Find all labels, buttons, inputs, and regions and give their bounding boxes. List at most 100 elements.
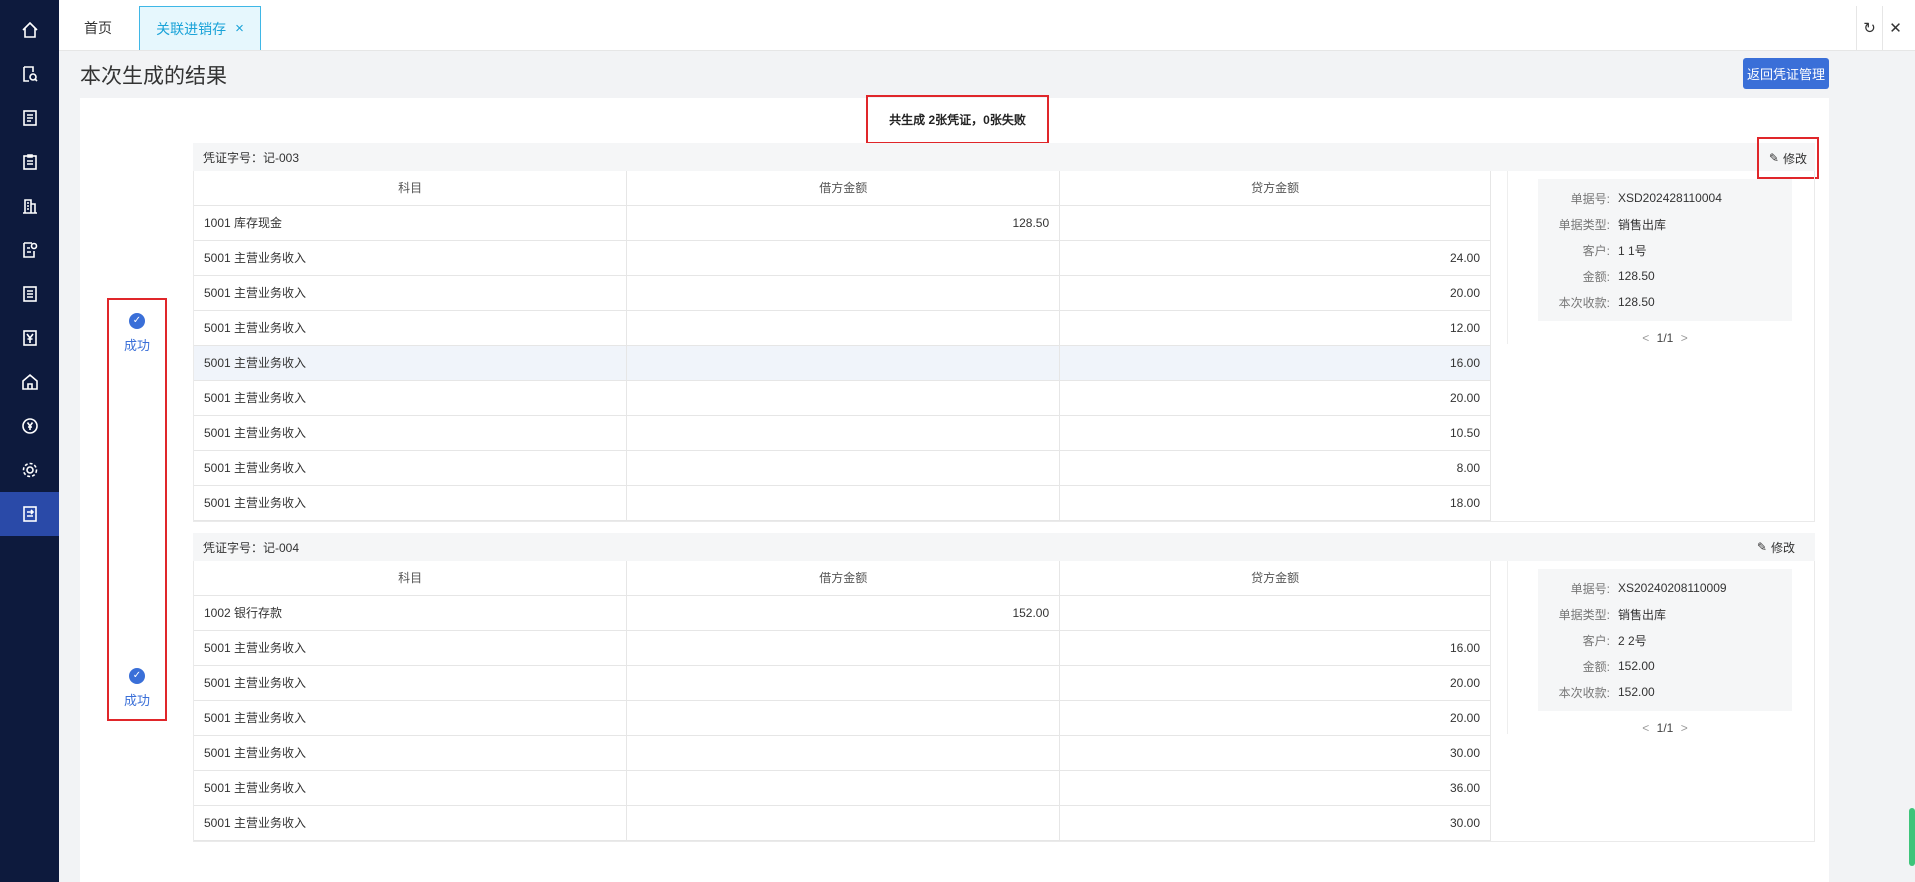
account-cell: 5001 主营业务收入 bbox=[194, 700, 628, 736]
table-row: 5001 主营业务收入 20.00 bbox=[194, 665, 1491, 701]
account-cell: 1002 银行存款 bbox=[194, 595, 628, 631]
status-label: 成功 bbox=[123, 338, 150, 353]
close-icon[interactable]: × bbox=[235, 20, 244, 37]
back-to-voucher-management-button[interactable]: 返回凭证管理 bbox=[1743, 58, 1829, 89]
account-cell: 5001 主营业务收入 bbox=[194, 345, 628, 381]
refresh-icon[interactable]: ↻ bbox=[1856, 6, 1882, 50]
account-cell: 5001 主营业务收入 bbox=[194, 380, 628, 416]
debit-cell: 128.50 bbox=[626, 205, 1061, 241]
doc-no-label: 单据号: bbox=[1570, 191, 1610, 206]
pagination: < 1/1 > bbox=[1538, 331, 1792, 345]
table-row: 5001 主营业务收入 18.00 bbox=[194, 485, 1491, 521]
debit-cell bbox=[626, 630, 1061, 666]
credit-cell: 18.00 bbox=[1059, 485, 1491, 521]
page-indicator: 1/1 bbox=[1656, 331, 1674, 345]
column-header-account: 科目 bbox=[194, 171, 628, 206]
debit-cell: 152.00 bbox=[626, 595, 1061, 631]
table-row: 5001 主营业务收入 36.00 bbox=[194, 770, 1491, 806]
warehouse-icon[interactable] bbox=[0, 360, 59, 404]
account-cell: 5001 主营业务收入 bbox=[194, 450, 628, 486]
tab-related-inventory[interactable]: 关联进销存 × bbox=[139, 6, 261, 50]
voucher-header: 凭证字号：记-004 ✎ 修改 bbox=[193, 533, 1815, 561]
credit-cell bbox=[1059, 205, 1491, 241]
top-bar: 首页 关联进销存 × ↻ ✕ bbox=[59, 0, 1915, 51]
table-row: 5001 主营业务收入 20.00 bbox=[194, 700, 1491, 736]
next-page-button[interactable]: > bbox=[1681, 721, 1688, 735]
prev-page-button[interactable]: < bbox=[1642, 721, 1649, 735]
building-icon[interactable] bbox=[0, 184, 59, 228]
voucher-body: 科目 借方金额 贷方金额 1002 银行存款 152.00 5001 主营业务收入… bbox=[193, 561, 1815, 842]
document-search-icon[interactable] bbox=[0, 52, 59, 96]
summary-text: 共生成 2张凭证，0张失败 bbox=[866, 95, 1049, 144]
doc-type-label: 单据类型: bbox=[1558, 607, 1610, 622]
account-cell: 5001 主营业务收入 bbox=[194, 805, 628, 841]
customer-label: 客户: bbox=[1582, 243, 1610, 258]
document-details: 单据号: XSD202428110004 单据类型: 销售出库 客户: 1 1号 金额… bbox=[1538, 179, 1792, 321]
close-window-icon[interactable]: ✕ bbox=[1882, 6, 1908, 50]
amount-value: 152.00 bbox=[1618, 659, 1655, 673]
column-header-credit: 贷方金额 bbox=[1059, 171, 1491, 206]
debit-cell bbox=[626, 700, 1061, 736]
yen-circle-icon[interactable] bbox=[0, 404, 59, 448]
credit-cell: 20.00 bbox=[1059, 380, 1491, 416]
prev-page-button[interactable]: < bbox=[1642, 331, 1649, 345]
doc-no-value: XS20240208110009 bbox=[1618, 581, 1727, 595]
account-cell: 5001 主营业务收入 bbox=[194, 240, 628, 276]
voucher-header: 凭证字号：记-003 ✎ 修改 bbox=[193, 137, 1819, 179]
table-row: 5001 主营业务收入 8.00 bbox=[194, 450, 1491, 486]
table-row: 5001 主营业务收入 16.00 bbox=[194, 345, 1491, 381]
next-page-button[interactable]: > bbox=[1681, 331, 1688, 345]
debit-cell bbox=[626, 310, 1061, 346]
doc-no-label: 单据号: bbox=[1570, 581, 1610, 596]
document-info: 单据号: XSD202428110004 单据类型: 销售出库 客户: 1 1号 金额… bbox=[1507, 171, 1816, 345]
credit-cell: 30.00 bbox=[1059, 805, 1491, 841]
status-label: 成功 bbox=[123, 693, 150, 708]
customer-value: 1 1号 bbox=[1618, 243, 1647, 258]
credit-cell: 8.00 bbox=[1059, 450, 1491, 486]
list-icon[interactable] bbox=[0, 96, 59, 140]
credit-cell: 20.00 bbox=[1059, 665, 1491, 701]
table-row: 1002 银行存款 152.00 bbox=[194, 595, 1491, 631]
tab-home-label: 首页 bbox=[84, 20, 112, 36]
gear-icon[interactable] bbox=[0, 448, 59, 492]
scrollbar-thumb[interactable] bbox=[1909, 808, 1915, 866]
page-indicator: 1/1 bbox=[1656, 721, 1674, 735]
check-circle-icon: ✓ bbox=[129, 313, 145, 329]
document-details: 单据号: XS20240208110009 单据类型: 销售出库 客户: 2 2号 金… bbox=[1538, 569, 1792, 711]
customer-value: 2 2号 bbox=[1618, 633, 1647, 648]
yen-document-icon[interactable] bbox=[0, 316, 59, 360]
voucher-number: 凭证字号：记-004 bbox=[203, 540, 300, 555]
tab-home[interactable]: 首页 bbox=[84, 6, 112, 50]
debit-cell bbox=[626, 770, 1061, 806]
table-row: 5001 主营业务收入 10.50 bbox=[194, 415, 1491, 451]
edit-button[interactable]: ✎ 修改 bbox=[1757, 533, 1795, 561]
doc-no-value: XSD202428110004 bbox=[1618, 191, 1722, 205]
status-column: ✓ 成功 ✓ 成功 bbox=[107, 298, 167, 721]
debit-cell bbox=[626, 665, 1061, 701]
edit-label: 修改 bbox=[1782, 151, 1807, 166]
voucher-card: 凭证字号：记-004 ✎ 修改 科目 借方金额 贷方金额 1002 银行存款 15… bbox=[193, 533, 1815, 842]
credit-cell: 24.00 bbox=[1059, 240, 1491, 276]
account-cell: 5001 主营业务收入 bbox=[194, 275, 628, 311]
column-header-credit: 贷方金额 bbox=[1059, 561, 1491, 596]
account-cell: 5001 主营业务收入 bbox=[194, 665, 628, 701]
voucher-body: 科目 借方金额 贷方金额 1001 库存现金 128.50 5001 主营业务收入… bbox=[193, 171, 1815, 522]
table-row: 5001 主营业务收入 20.00 bbox=[194, 380, 1491, 416]
doc-type-value: 销售出库 bbox=[1618, 217, 1667, 232]
received-label: 本次收款: bbox=[1558, 295, 1610, 310]
account-cell: 5001 主营业务收入 bbox=[194, 735, 628, 771]
table-row: 5001 主营业务收入 24.00 bbox=[194, 240, 1491, 276]
debit-cell bbox=[626, 485, 1061, 521]
voucher-icon[interactable] bbox=[0, 492, 59, 536]
debit-cell bbox=[626, 450, 1061, 486]
credit-cell: 16.00 bbox=[1059, 630, 1491, 666]
clipboard-icon[interactable] bbox=[0, 140, 59, 184]
document-edit-icon[interactable] bbox=[0, 228, 59, 272]
debit-cell bbox=[626, 805, 1061, 841]
received-value: 152.00 bbox=[1618, 685, 1655, 699]
debit-cell bbox=[626, 735, 1061, 771]
credit-cell: 30.00 bbox=[1059, 735, 1491, 771]
report-icon[interactable] bbox=[0, 272, 59, 316]
home-icon[interactable] bbox=[0, 8, 59, 52]
account-cell: 5001 主营业务收入 bbox=[194, 770, 628, 806]
